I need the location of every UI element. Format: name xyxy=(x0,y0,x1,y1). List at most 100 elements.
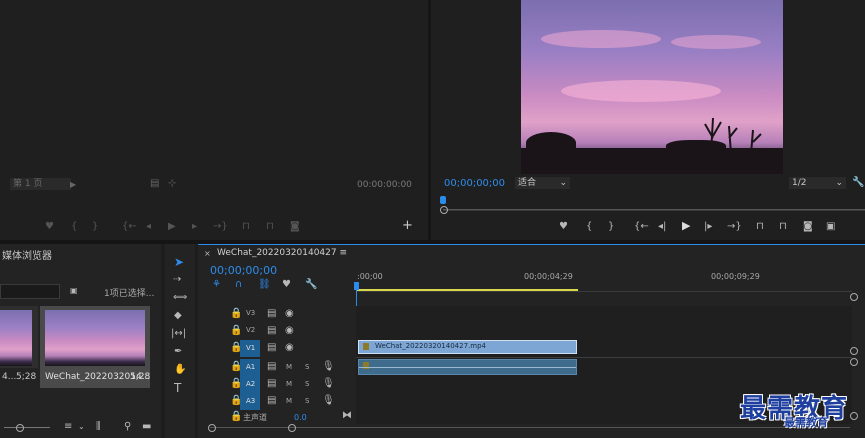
razor-icon[interactable]: ◆ xyxy=(174,311,182,321)
mic-icon[interactable]: 🎙 xyxy=(322,396,335,406)
mic-icon[interactable]: 🎙 xyxy=(322,379,335,389)
solo-button[interactable]: S xyxy=(305,363,309,371)
nest-icon[interactable]: ⚘ xyxy=(212,280,221,290)
marker-icon[interactable]: ♥ xyxy=(282,280,291,290)
extract-icon[interactable]: ⊓ xyxy=(779,222,787,232)
video-clip[interactable]: WeChat_20220320140427.mp4 xyxy=(358,340,577,354)
step-forward-icon[interactable]: ▸ xyxy=(192,222,197,232)
sync-lock-icon[interactable]: ▤ xyxy=(267,362,276,372)
project-item-thumb[interactable] xyxy=(0,306,38,368)
sync-lock-icon[interactable]: ▤ xyxy=(267,326,276,336)
program-timecode[interactable]: 00;00;00;00 xyxy=(444,178,505,189)
sync-lock-icon[interactable]: ▤ xyxy=(267,343,276,353)
panel-menu-icon[interactable]: ≡ xyxy=(339,248,347,258)
audio-clip[interactable] xyxy=(358,359,577,375)
project-item-selected[interactable]: WeChat_2022032014... 5;28 xyxy=(40,306,150,388)
close-icon[interactable]: × xyxy=(204,249,211,259)
solo-button[interactable]: S xyxy=(305,380,309,388)
mute-button[interactable]: M xyxy=(286,397,292,405)
go-to-in-icon[interactable]: {← xyxy=(634,222,649,232)
compare-icon[interactable]: ▣ xyxy=(826,222,835,232)
go-to-in-icon[interactable]: {← xyxy=(122,222,137,232)
pen-icon[interactable]: ✒ xyxy=(174,347,182,357)
timeline-playhead-head[interactable] xyxy=(354,282,359,290)
horizontal-scrollbar[interactable] xyxy=(210,427,850,428)
thumbnail-size-slider[interactable] xyxy=(4,427,50,428)
sort-icon[interactable]: ≡ xyxy=(64,422,72,432)
program-zoom-bar[interactable] xyxy=(443,209,865,210)
vertical-scroll-handle[interactable] xyxy=(850,293,858,301)
search-icon[interactable]: ⚲ xyxy=(124,422,131,432)
track-name[interactable]: A1 xyxy=(246,363,255,371)
export-frame-icon[interactable]: ◙ xyxy=(290,222,300,232)
master-volume-value[interactable]: 0.0 xyxy=(294,413,307,422)
sync-lock-icon[interactable]: ▤ xyxy=(267,379,276,389)
mute-button[interactable]: M xyxy=(286,363,292,371)
track-name[interactable]: A3 xyxy=(246,397,255,405)
type-icon[interactable]: T xyxy=(174,382,181,394)
go-to-end-icon[interactable]: ⧓ xyxy=(342,411,352,421)
snap-icon[interactable]: ∩ xyxy=(235,280,242,290)
resolution-select[interactable]: 1/2 ⌄ xyxy=(789,177,846,189)
in-point-icon[interactable]: { xyxy=(586,222,592,232)
sync-lock-icon[interactable]: ▤ xyxy=(267,396,276,406)
out-point-icon[interactable]: } xyxy=(608,222,614,232)
automate-icon[interactable]: ⫼ xyxy=(96,422,101,432)
add-icon[interactable]: + xyxy=(402,219,413,232)
time-ruler[interactable] xyxy=(356,270,852,290)
marker-icon[interactable]: ♥ xyxy=(559,222,568,232)
in-point-icon[interactable]: { xyxy=(71,222,77,232)
ripple-edit-icon[interactable]: ⟺ xyxy=(173,293,187,303)
program-playhead[interactable] xyxy=(440,196,446,204)
out-point-icon[interactable]: } xyxy=(92,222,98,232)
wrench-icon[interactable]: 🔧 xyxy=(305,280,317,290)
play-icon[interactable]: ▶ xyxy=(168,222,176,232)
sequence-tab[interactable]: WeChat_20220320140427 ≡ xyxy=(217,248,347,258)
eye-icon[interactable]: ◉ xyxy=(285,343,294,353)
lock-icon[interactable]: 🔒 xyxy=(230,326,242,336)
solo-button[interactable]: S xyxy=(305,397,309,405)
project-search-input[interactable] xyxy=(0,284,60,299)
marker-icon[interactable]: ♥ xyxy=(45,222,54,232)
track-select-icon[interactable]: ⇢ xyxy=(173,275,181,285)
timeline-timecode[interactable]: 00;00;00;00 xyxy=(210,264,277,277)
mute-button[interactable]: M xyxy=(286,380,292,388)
lock-icon[interactable]: 🔒 xyxy=(230,309,242,319)
track-name[interactable]: V2 xyxy=(246,326,255,334)
vertical-scroll-handle[interactable] xyxy=(850,412,858,420)
audio-wave-icon[interactable]: ⊹ xyxy=(168,179,176,189)
mic-icon[interactable]: 🎙 xyxy=(322,362,335,372)
overwrite-icon[interactable]: ⊓ xyxy=(266,222,274,232)
step-back-icon[interactable]: ◂ xyxy=(146,222,151,232)
slip-icon[interactable]: |↔| xyxy=(171,329,186,339)
settings-icon[interactable]: ▤ xyxy=(150,179,159,189)
eye-icon[interactable]: ◉ xyxy=(285,326,294,336)
chevron-down-icon[interactable]: ⌄ xyxy=(78,422,85,432)
source-page-select[interactable]: 第 1 页 xyxy=(10,178,71,190)
go-to-out-icon[interactable]: →} xyxy=(213,222,228,232)
thumbnail-size-handle[interactable] xyxy=(16,424,24,432)
vertical-scroll-handle[interactable] xyxy=(850,347,858,355)
scroll-handle-left[interactable] xyxy=(208,424,216,432)
project-panel-title[interactable]: 媒体浏览器 xyxy=(2,247,52,262)
play-icon[interactable]: ▶ xyxy=(682,220,690,231)
track-name[interactable]: V3 xyxy=(246,309,255,317)
step-forward-icon[interactable]: |▸ xyxy=(704,222,712,232)
sync-lock-icon[interactable]: ▤ xyxy=(267,309,276,319)
insert-icon[interactable]: ⊓ xyxy=(242,222,250,232)
go-to-out-icon[interactable]: →} xyxy=(727,222,742,232)
wrench-icon[interactable]: 🔧 xyxy=(852,178,864,188)
linked-icon[interactable]: ⛓ xyxy=(258,280,271,290)
zoom-handle-left[interactable] xyxy=(440,206,448,214)
fit-select[interactable]: 适合 ⌄ xyxy=(515,177,570,189)
lift-icon[interactable]: ⊓ xyxy=(756,222,764,232)
lock-icon[interactable]: 🔒 xyxy=(230,412,242,422)
track-name[interactable]: A2 xyxy=(246,380,255,388)
folder-icon[interactable]: ▬ xyxy=(142,422,151,432)
selection-tool-icon[interactable]: ➤ xyxy=(174,256,184,268)
vertical-scroll-handle[interactable] xyxy=(850,358,858,366)
new-bin-icon[interactable]: ▣ xyxy=(70,286,78,296)
eye-icon[interactable]: ◉ xyxy=(285,309,294,319)
hand-icon[interactable]: ✋ xyxy=(174,365,186,375)
play-small-icon[interactable]: ▶ xyxy=(70,180,76,190)
